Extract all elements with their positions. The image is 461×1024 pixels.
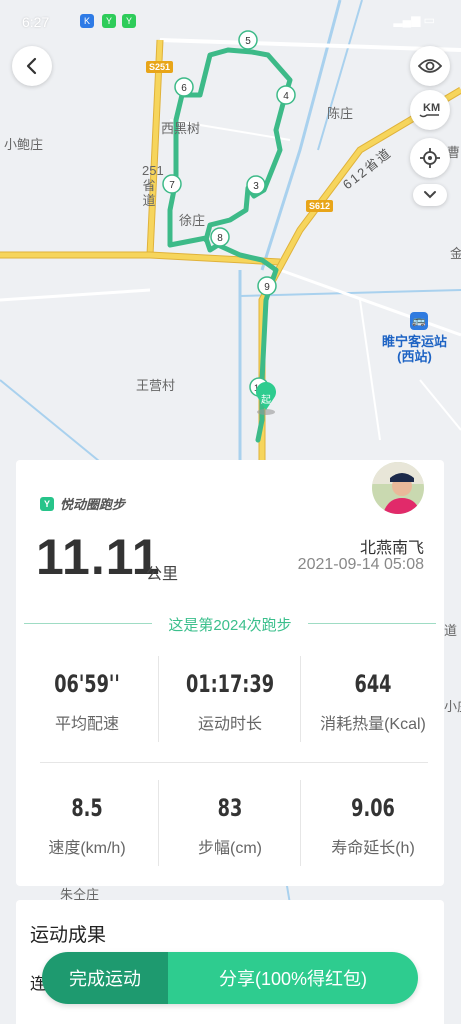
stat-calories: 644 消耗热量(Kcal) [302,670,444,734]
svg-text:7: 7 [169,180,175,191]
eye-icon [418,59,442,73]
stat-life-extension: 9.06 寿命延长(h) [302,794,444,858]
run-count: 这是第2024次跑步 [168,617,292,634]
stat-label: 寿命延长(h) [331,840,415,857]
expand-button[interactable] [413,184,447,206]
svg-text:4: 4 [283,91,289,102]
place-label: 徐庄 [179,213,206,228]
action-bar: 完成运动 分享(100%得红包) [42,952,418,1004]
road-badge-s612: S612 [306,200,334,212]
stat-stride: 83 步幅(cm) [159,794,301,858]
stat-value: 01:17:39 [185,670,275,698]
svg-text:KM: KM [423,102,440,114]
username: 北燕南飞 [359,540,424,557]
run-datetime: 2021-09-14 05:08 [297,556,424,573]
finish-button[interactable]: 完成运动 [42,952,168,1004]
stat-label: 消耗热量(Kcal) [320,716,426,733]
distance-unit: 公里 [146,566,179,583]
place-label: 西黑树 [161,121,201,136]
km-marker: 8 [210,227,230,247]
stat-value: 9.06 [351,794,395,822]
stat-value: 644 [354,670,392,698]
stat-label: 速度(km/h) [48,840,126,857]
start-marker: 起 [256,381,276,415]
km-marker: 4 [276,85,296,105]
app-notification-icon: Y [102,14,116,28]
brand: Y 悦动圈跑步 [40,494,125,513]
stat-value: 8.5 [71,794,103,822]
km-marker: 6 [174,77,194,97]
place-label: 小鲍庄 [4,137,44,152]
svg-text:3: 3 [253,181,259,192]
stat-label: 平均配速 [54,716,119,733]
svg-text:起: 起 [261,394,271,406]
divider [308,623,436,624]
place-label: 王营村 [136,378,176,393]
distance-value: 11.11 [36,529,161,585]
share-button[interactable]: 分享(100%得红包) [168,952,418,1004]
km-marker: 3 [246,175,266,195]
stat-label: 步幅(cm) [198,840,262,857]
avatar[interactable] [370,460,426,516]
km-marker: 7 [162,174,182,194]
place-label: 小庄 [444,699,461,714]
svg-text:6: 6 [181,83,187,94]
signal-battery-icon: ▂▄▆ ▭ [393,13,435,27]
status-bar: 6:27 K Y Y ▂▄▆ ▭ [0,0,461,44]
results-title: 运动成果 [30,925,107,946]
svg-text:9: 9 [264,282,270,293]
divider [40,762,428,763]
place-label: 道 [444,623,458,638]
brand-name: 悦动圈跑步 [60,497,126,512]
app-notification-icon: Y [122,14,136,28]
km-markers-button[interactable]: KM [410,90,450,130]
crosshair-icon [420,148,440,168]
chevron-left-icon [26,57,37,75]
brand-logo-icon: Y [40,496,54,511]
stat-duration: 01:17:39 运动时长 [159,670,301,734]
app-notification-icon: K [80,14,94,28]
stat-value: 06'59'' [54,670,120,698]
svg-text:8: 8 [217,233,223,244]
stat-value: 83 [217,794,243,822]
avatar-image [372,462,424,514]
stat-speed: 8.5 速度(km/h) [16,794,158,858]
km-icon: KM [419,102,440,118]
chevron-down-icon [424,191,436,199]
place-label: 陈庄 [327,106,354,121]
bus-station-icon: 🚌 [410,312,428,330]
place-label: 金 [450,246,461,261]
toggle-visibility-button[interactable] [410,46,450,86]
back-button[interactable] [12,46,52,86]
locate-button[interactable] [410,138,450,178]
stat-label: 运动时长 [197,716,262,733]
stat-avg-pace: 06'59'' 平均配速 [16,670,158,734]
station-label: 睢宁客运站 (西站) [382,334,448,364]
km-marker: 9 [257,276,277,296]
road-badge-s251: S251 [146,61,174,73]
road-label-251: 251省道 [142,163,164,208]
status-time: 6:27 [22,14,50,30]
run-summary-card: Y 悦动圈跑步 11.11 公里 北燕南飞 2021-09-14 05:08 这… [16,460,444,886]
